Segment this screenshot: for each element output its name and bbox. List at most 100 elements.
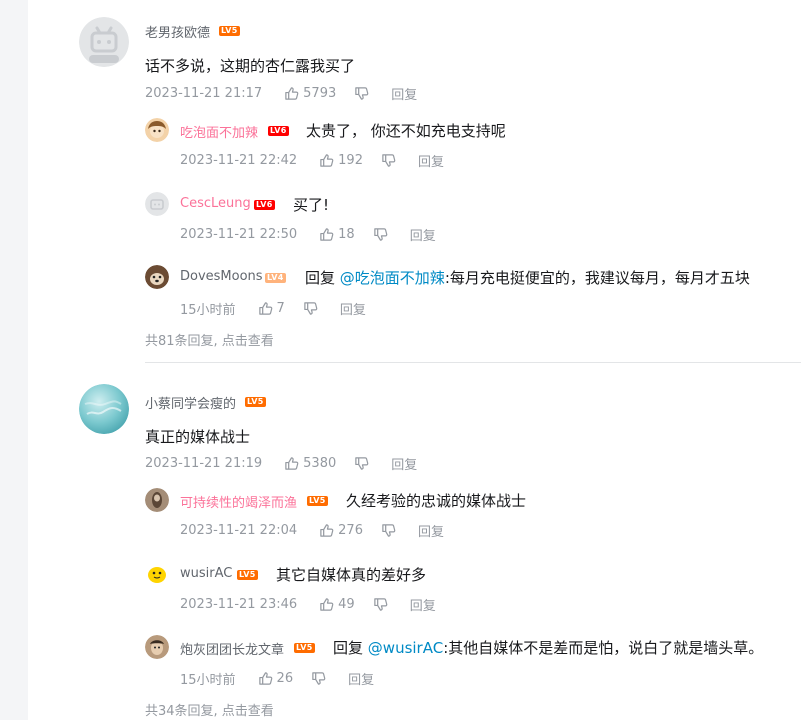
like-button[interactable]: 18 [319,227,355,242]
reply-meta: 2023-11-21 22:42 192 回复 [180,151,444,170]
reply-meta: 15小时前 7 回复 [180,299,366,318]
like-count: 192 [338,153,363,168]
thumbs-down-icon [355,87,369,100]
reply-button[interactable]: 回复 [391,454,417,473]
username[interactable]: DovesMoons [180,269,263,284]
like-button[interactable]: 192 [319,153,363,168]
like-button[interactable]: 7 [258,301,285,316]
level-badge: LV5 [237,570,258,580]
level-badge: LV6 [254,200,275,210]
level-badge: LV5 [307,496,328,506]
reply-button[interactable]: 回复 [391,84,417,103]
level-badge: LV5 [245,397,266,407]
reply-text: 其它自媒体真的差好多 [276,566,427,584]
reply-meta: 2023-11-21 22:50 18 回复 [180,225,436,244]
avatar[interactable] [79,384,129,434]
reply-meta: 15小时前 26 回复 [180,669,374,688]
thumbs-down-icon [373,228,388,241]
avatar[interactable] [145,635,169,659]
dislike-button[interactable] [373,597,388,612]
like-count: 49 [338,597,355,612]
reply-meta: 2023-11-21 22:04 276 回复 [180,521,444,540]
mention-link[interactable]: @wusirAC [368,639,443,657]
mention-link[interactable]: @吃泡面不加辣 [340,269,445,287]
like-count: 18 [338,227,355,242]
view-more-replies[interactable]: 共81条回复, 点击查看 [145,330,274,349]
reply-text: 买了! [293,196,330,214]
timestamp: 2023-11-21 22:50 [180,227,298,242]
reply-button[interactable]: 回复 [410,225,436,244]
thumbs-down-icon [355,457,369,470]
timestamp: 15小时前 [180,673,236,688]
thumbs-up-icon [320,598,334,611]
reply-text: 久经考验的忠诚的媒体战士 [346,492,527,510]
dislike-button[interactable] [373,227,388,242]
like-count: 26 [276,671,294,686]
avatar[interactable] [145,265,169,289]
divider [145,362,801,363]
view-more-replies[interactable]: 共34条回复, 点击查看 [145,700,274,719]
dislike-button[interactable] [354,456,369,471]
reply-body: :每月充电挺便宜的，我建议每月，每月才五块 [444,269,750,287]
avatar[interactable] [145,562,169,586]
reply-button[interactable]: 回复 [418,151,444,170]
comment-meta: 2023-11-21 21:19 5380 回复 [145,454,417,473]
comment-panel: 老男孩欧德 LV5 话不多说，这期的杏仁露我买了 2023-11-21 21:1… [28,0,801,720]
reply-body: :其他自媒体不是差而是怕，说白了就是墙头草。 [443,639,764,657]
thumbs-up-icon [320,228,334,241]
level-badge: LV4 [265,273,286,283]
avatar[interactable] [145,192,169,216]
username[interactable]: 老男孩欧德 [145,22,210,41]
like-button[interactable]: 276 [319,523,363,538]
dislike-button[interactable] [381,523,396,538]
like-button[interactable]: 26 [258,671,294,686]
username[interactable]: 炮灰团团长龙文章 [180,639,284,658]
dislike-button[interactable] [381,153,396,168]
thumbs-up-icon [320,154,334,167]
username[interactable]: 小蔡同学会瘦的 [145,393,236,412]
timestamp: 2023-11-21 21:17 [145,86,263,101]
comment-text: 话不多说，这期的杏仁露我买了 [145,57,356,75]
like-count: 7 [276,301,285,316]
like-button[interactable]: 49 [319,597,355,612]
reply-text: 回复 @wusirAC:其他自媒体不是差而是怕，说白了就是墙头草。 [333,637,763,658]
reply-button[interactable]: 回复 [418,521,444,540]
username[interactable]: CescLeung [180,196,251,211]
timestamp: 15小时前 [180,303,236,318]
thumbs-up-icon [285,457,299,470]
thumbs-down-icon [382,154,396,167]
username[interactable]: 吃泡面不加辣 [180,122,258,141]
thumbs-down-icon [382,524,396,537]
like-count: 276 [338,523,363,538]
avatar[interactable] [79,17,129,67]
avatar[interactable] [145,118,169,142]
thumbs-up-icon [258,672,272,685]
like-button[interactable]: 5793 [284,86,336,101]
reply-button[interactable]: 回复 [340,299,366,318]
reply-prefix: 回复 [333,639,364,657]
dislike-button[interactable] [311,671,326,686]
timestamp: 2023-11-21 23:46 [180,597,298,612]
avatar[interactable] [145,488,169,512]
username[interactable]: wusirAC [180,566,232,581]
reply-button[interactable]: 回复 [348,669,374,688]
dislike-button[interactable] [303,301,318,316]
level-badge: LV6 [268,126,289,136]
level-badge: LV5 [219,26,240,36]
thumbs-up-icon [285,87,299,100]
thumbs-down-icon [373,598,388,611]
comment-meta: 2023-11-21 21:17 5793 回复 [145,84,417,103]
like-count: 5380 [303,456,337,471]
like-button[interactable]: 5380 [284,456,336,471]
timestamp: 2023-11-21 22:42 [180,153,298,168]
reply-prefix: 回复 [305,269,336,287]
timestamp: 2023-11-21 21:19 [145,456,263,471]
timestamp: 2023-11-21 22:04 [180,523,298,538]
reply-meta: 2023-11-21 23:46 49 回复 [180,595,436,614]
like-count: 5793 [303,86,337,101]
username[interactable]: 可持续性的竭泽而渔 [180,492,297,511]
dislike-button[interactable] [354,86,369,101]
comment-text: 真正的媒体战士 [145,428,251,446]
reply-button[interactable]: 回复 [410,595,436,614]
thumbs-up-icon [258,302,272,315]
